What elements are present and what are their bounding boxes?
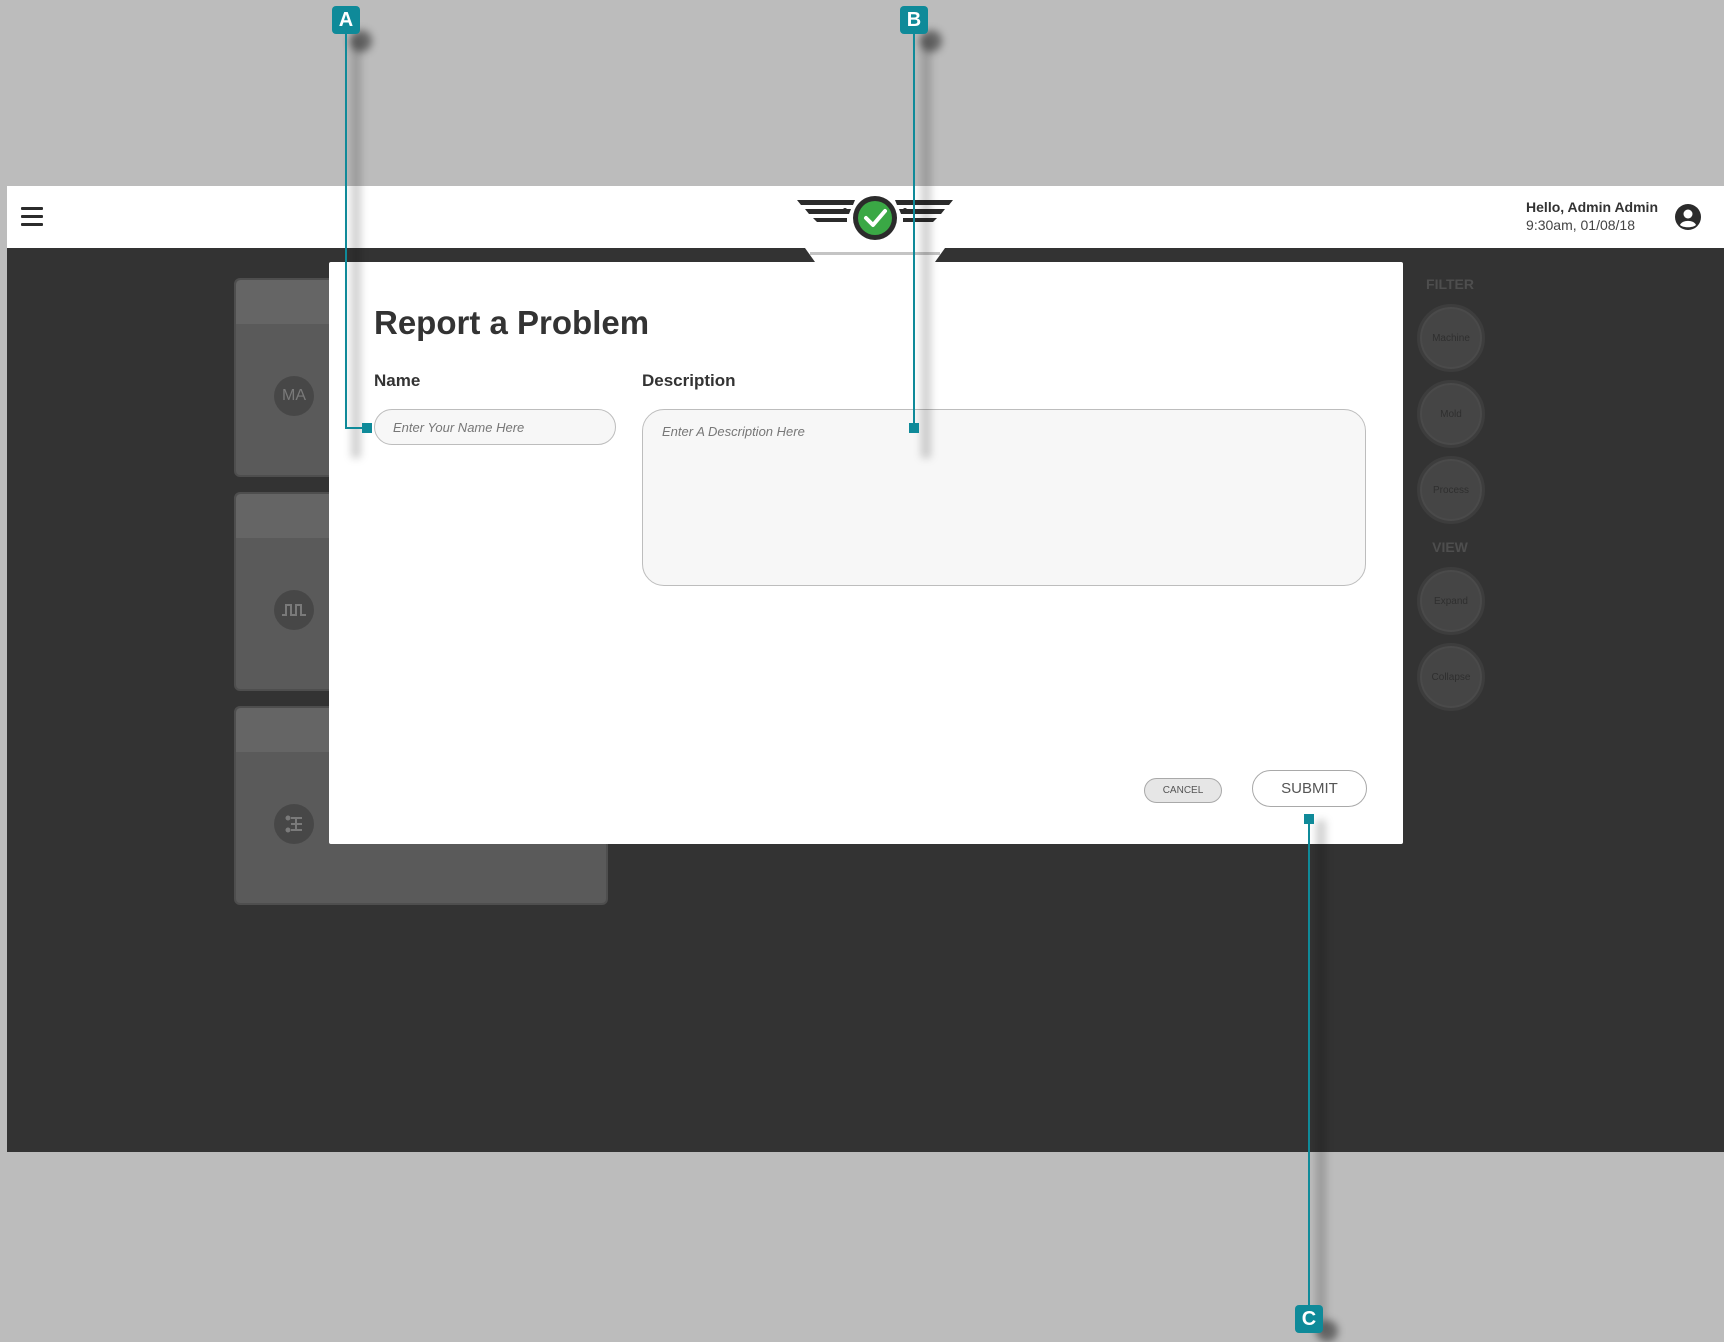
card-badge: MA <box>274 376 314 416</box>
user-account-icon[interactable] <box>1674 203 1702 231</box>
pulse-icon <box>274 590 314 630</box>
description-label: Description <box>642 371 736 390</box>
callout-tag-c: C <box>1295 1305 1323 1333</box>
greeting-text: Hello, Admin Admin <box>1526 199 1658 215</box>
submit-button[interactable]: SUBMIT <box>1252 770 1367 807</box>
view-label: VIEW <box>1432 539 1468 555</box>
filter-label: FILTER <box>1426 276 1474 292</box>
view-collapse-button[interactable]: Collapse <box>1417 643 1485 711</box>
filter-process-button[interactable]: Process <box>1417 456 1485 524</box>
name-input[interactable] <box>374 409 616 445</box>
report-problem-dialog: Report a Problem Name Description CANCEL… <box>329 262 1403 844</box>
top-bar: Hello, Admin Admin 9:30am, 01/08/18 <box>7 186 1724 262</box>
view-expand-button[interactable]: Expand <box>1417 567 1485 635</box>
app-logo <box>797 196 953 262</box>
dialog-title: Report a Problem <box>374 304 650 341</box>
description-textarea[interactable] <box>642 409 1366 586</box>
hamburger-menu-icon[interactable] <box>21 207 43 227</box>
filter-machine-button[interactable]: Machine <box>1417 304 1485 372</box>
user-greeting: Hello, Admin Admin 9:30am, 01/08/18 <box>1526 198 1658 234</box>
filter-mold-button[interactable]: Mold <box>1417 380 1485 448</box>
cancel-button[interactable]: CANCEL <box>1144 778 1222 803</box>
callout-tag-b: B <box>900 6 928 34</box>
name-label: Name <box>374 371 421 390</box>
datetime-text: 9:30am, 01/08/18 <box>1526 217 1636 233</box>
callout-tag-a: A <box>332 6 360 34</box>
process-icon <box>274 804 314 844</box>
